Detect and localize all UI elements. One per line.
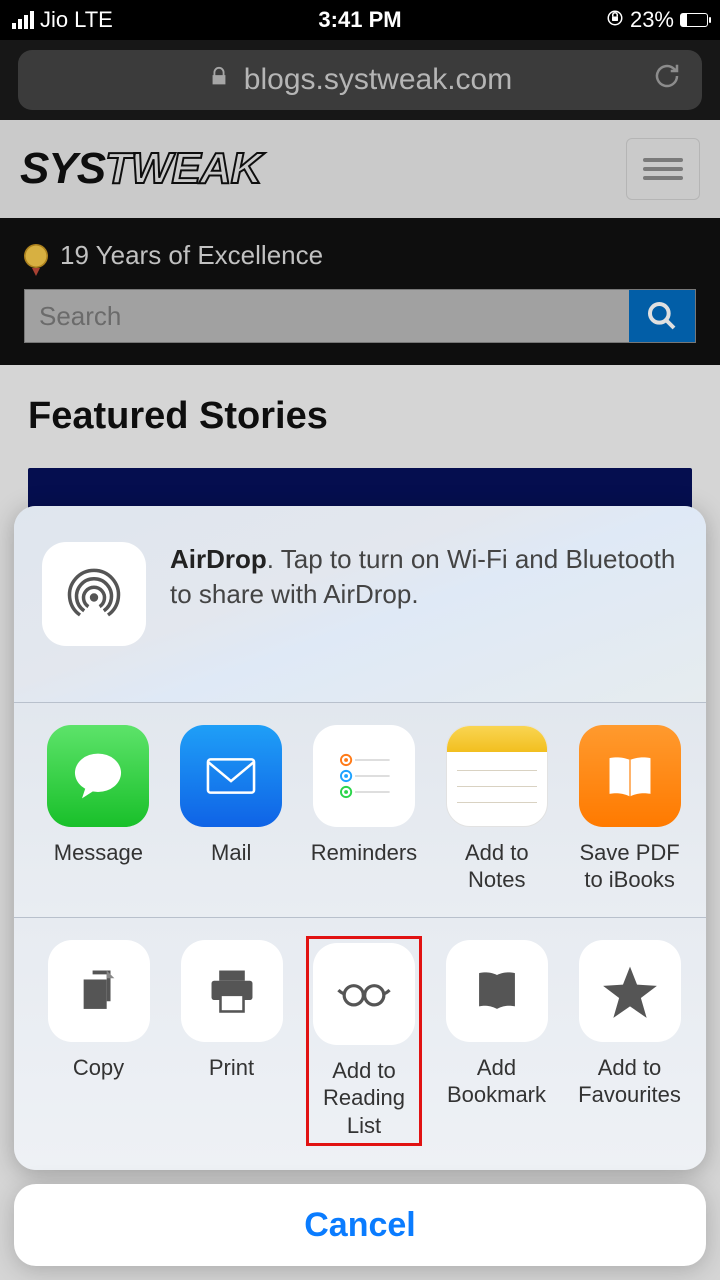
star-icon [579, 940, 681, 1042]
action-label: Print [177, 1054, 286, 1110]
reading-list-icon [313, 943, 415, 1045]
statusbar: Jio LTE 3:41 PM 23% [0, 0, 720, 40]
share-app-label: Save PDF to iBooks [575, 839, 684, 895]
message-icon [47, 725, 149, 827]
share-actions-row[interactable]: Copy Print Add to Reading List Add Bookm… [14, 917, 706, 1171]
reminders-icon [313, 725, 415, 827]
print-icon [181, 940, 283, 1042]
airdrop-text: AirDrop. Tap to turn on Wi-Fi and Blueto… [170, 542, 678, 646]
action-label: Add Bookmark [442, 1054, 551, 1110]
action-label: Add to Favourites [575, 1054, 684, 1110]
notes-icon [446, 725, 548, 827]
airdrop-row[interactable]: AirDrop. Tap to turn on Wi-Fi and Blueto… [14, 506, 706, 702]
share-app-reminders[interactable]: Reminders [310, 725, 419, 895]
action-label: Add to Reading List [313, 1057, 415, 1140]
share-app-label: Message [44, 839, 153, 895]
action-label: Copy [44, 1054, 153, 1110]
action-favourites[interactable]: Add to Favourites [575, 940, 684, 1143]
share-app-notes[interactable]: Add to Notes [442, 725, 551, 895]
share-app-message[interactable]: Message [44, 725, 153, 895]
ibooks-icon [579, 725, 681, 827]
battery-icon [680, 13, 708, 27]
share-apps-row[interactable]: Message Mail [14, 702, 706, 917]
cancel-button[interactable]: Cancel [14, 1184, 706, 1266]
airdrop-icon [42, 542, 146, 646]
mail-icon [180, 725, 282, 827]
copy-icon [48, 940, 150, 1042]
share-app-mail[interactable]: Mail [177, 725, 286, 895]
share-sheet: AirDrop. Tap to turn on Wi-Fi and Blueto… [14, 506, 706, 1267]
share-app-label: Reminders [310, 839, 419, 895]
clock: 3:41 PM [0, 7, 720, 33]
action-reading-list[interactable]: Add to Reading List [306, 936, 422, 1147]
action-bookmark[interactable]: Add Bookmark [442, 940, 551, 1143]
action-copy[interactable]: Copy [44, 940, 153, 1143]
share-app-label: Add to Notes [442, 839, 551, 895]
share-app-ibooks[interactable]: Save PDF to iBooks [575, 725, 684, 895]
bookmark-icon [446, 940, 548, 1042]
share-app-label: Mail [177, 839, 286, 895]
airdrop-title: AirDrop [170, 544, 267, 574]
action-print[interactable]: Print [177, 940, 286, 1143]
